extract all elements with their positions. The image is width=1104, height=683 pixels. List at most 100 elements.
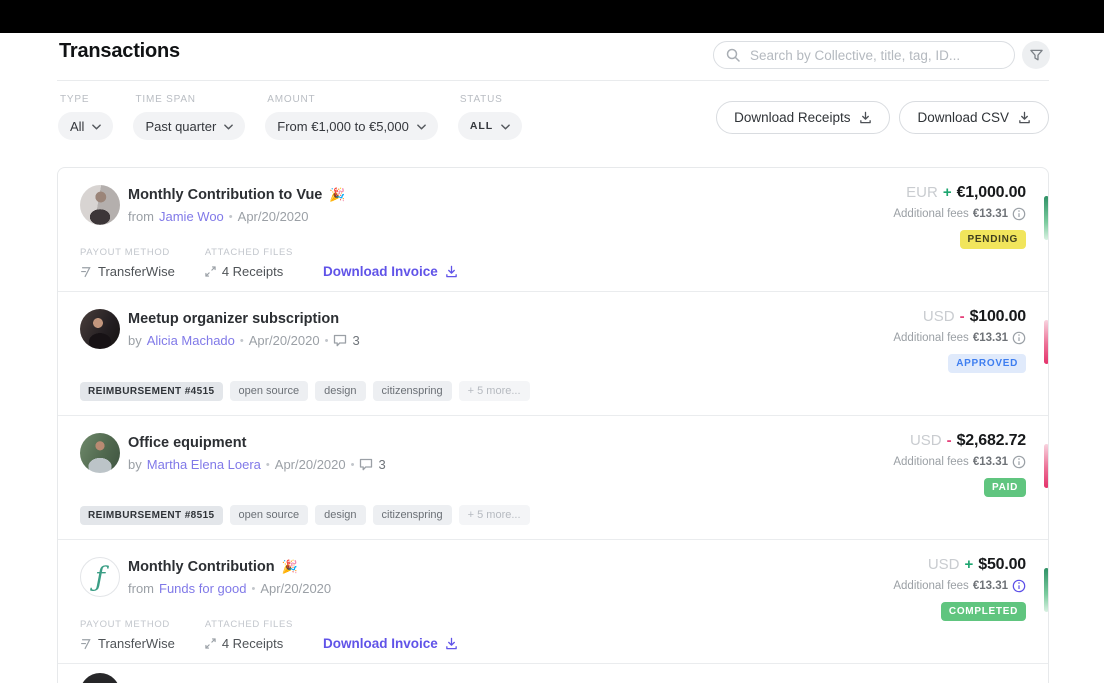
funnel-icon — [1030, 49, 1043, 62]
avatar[interactable] — [80, 185, 120, 225]
search-input[interactable] — [748, 47, 1002, 64]
avatar[interactable] — [80, 309, 120, 349]
tag[interactable]: design — [315, 381, 365, 401]
tag[interactable]: + 5 more... — [459, 505, 530, 525]
download-invoice-link[interactable]: Download Invoice — [323, 636, 458, 651]
fees-value: €13.31 — [973, 208, 1008, 220]
amount-value: €1,000.00 — [957, 184, 1026, 202]
transferwise-icon — [80, 266, 92, 278]
actor-link[interactable]: Funds for good — [159, 581, 246, 596]
currency-code: EUR — [906, 184, 938, 201]
chevron-down-icon — [92, 124, 101, 130]
bullet-separator: • — [229, 211, 233, 223]
status-badge: PAID — [984, 478, 1026, 497]
fees-value: €13.31 — [973, 580, 1008, 592]
transaction-kind-indicator — [1044, 196, 1049, 240]
amount-sign: + — [964, 556, 973, 573]
fees-line: Additional fees €13.31 — [893, 455, 1026, 469]
filter-button[interactable] — [1022, 41, 1050, 69]
amount-value: $50.00 — [978, 556, 1026, 574]
actor-link[interactable]: Martha Elena Loera — [147, 457, 261, 472]
fees-value: €13.31 — [973, 332, 1008, 344]
filter-label: AMOUNT — [267, 94, 438, 105]
transferwise-icon — [80, 638, 92, 650]
fees-label: Additional fees — [893, 580, 968, 592]
download-icon — [445, 637, 458, 650]
tag[interactable]: open source — [230, 505, 309, 525]
payout-method-label: PAYOUT METHOD — [80, 619, 175, 630]
avatar[interactable] — [80, 433, 120, 473]
chevron-down-icon — [224, 124, 233, 130]
tag[interactable]: citizenspring — [373, 381, 452, 401]
filter-value: All — [70, 119, 84, 134]
transaction-date: Apr/20/2020 — [260, 581, 331, 596]
tag[interactable]: REIMBURSEMENT #4515 — [80, 382, 223, 401]
tag[interactable]: REIMBURSEMENT #8515 — [80, 506, 223, 525]
status-badge: COMPLETED — [941, 602, 1026, 621]
fees-label: Additional fees — [893, 332, 968, 344]
amount-sign: + — [943, 184, 952, 201]
avatar[interactable]: ƒ — [80, 557, 120, 597]
amount-value: $2,682.72 — [957, 432, 1026, 450]
tag[interactable]: design — [315, 505, 365, 525]
filter-dropdown[interactable]: Past quarter — [133, 112, 245, 140]
filter-value: From €1,000 to €5,000 — [277, 119, 409, 134]
attached-files-value[interactable]: 4 Receipts — [222, 636, 283, 651]
transaction-card[interactable] — [58, 664, 1048, 683]
transaction-title: Monthly Contribution — [128, 559, 275, 575]
amount-line: USD + $50.00 — [893, 556, 1026, 574]
search-icon — [726, 48, 740, 62]
filter-dropdown[interactable]: ALL — [458, 112, 522, 140]
transaction-title: Meetup organizer subscription — [128, 311, 339, 327]
download-button[interactable]: Download Receipts — [716, 101, 890, 134]
tag[interactable]: open source — [230, 381, 309, 401]
transaction-date: Apr/20/2020 — [249, 333, 320, 348]
bullet-separator: • — [251, 583, 255, 595]
actor-link[interactable]: Jamie Woo — [159, 209, 224, 224]
currency-code: USD — [923, 308, 955, 325]
filter-dropdown[interactable]: From €1,000 to €5,000 — [265, 112, 438, 140]
actor-link[interactable]: Alicia Machado — [147, 333, 235, 348]
download-invoice-link[interactable]: Download Invoice — [323, 264, 458, 279]
filter-value: ALL — [470, 120, 493, 132]
payout-method-value: TransferWise — [98, 636, 175, 651]
info-icon[interactable] — [1012, 207, 1026, 221]
info-icon[interactable] — [1012, 331, 1026, 345]
amount-sign: - — [947, 432, 952, 449]
comment-icon — [359, 458, 373, 471]
download-actions: Download Receipts Download CSV — [716, 101, 1049, 134]
byline-prefix: from — [128, 209, 154, 224]
transaction-card[interactable]: ƒ Monthly Contribution 🎉 from Funds for … — [58, 540, 1048, 664]
filter-bar: TYPE All TIME SPAN Past quarter AMOUNT F… — [58, 94, 522, 140]
fees-line: Additional fees €13.31 — [893, 207, 1026, 221]
payout-method-label: PAYOUT METHOD — [80, 247, 175, 258]
transaction-title: Monthly Contribution to Vue — [128, 187, 322, 203]
tag[interactable]: citizenspring — [373, 505, 452, 525]
filter-label: TIME SPAN — [135, 94, 245, 105]
attached-files-label: ATTACHED FILES — [205, 247, 293, 258]
search-box[interactable] — [713, 41, 1015, 69]
attached-files-value[interactable]: 4 Receipts — [222, 264, 283, 279]
transaction-card[interactable]: Monthly Contribution to Vue 🎉 from Jamie… — [58, 168, 1048, 292]
comments-indicator: • 3 — [325, 333, 360, 348]
info-icon[interactable] — [1012, 455, 1026, 469]
filter-dropdown[interactable]: All — [58, 112, 113, 140]
currency-code: USD — [910, 432, 942, 449]
expand-receipts-icon — [205, 266, 216, 277]
info-icon[interactable] — [1012, 579, 1026, 593]
transaction-card[interactable]: Office equipment by Martha Elena Loera •… — [58, 416, 1048, 540]
tag[interactable]: + 5 more... — [459, 381, 530, 401]
transaction-date: Apr/20/2020 — [238, 209, 309, 224]
transaction-card[interactable]: Meetup organizer subscription by Alicia … — [58, 292, 1048, 416]
transaction-byline: from Jamie Woo • Apr/20/2020 — [128, 209, 346, 224]
top-black-bar — [0, 0, 1104, 33]
download-button-label: Download Receipts — [734, 110, 850, 125]
fees-label: Additional fees — [893, 208, 968, 220]
transaction-kind-indicator — [1044, 444, 1049, 488]
currency-code: USD — [928, 556, 960, 573]
download-button[interactable]: Download CSV — [899, 101, 1049, 134]
comments-indicator: • 3 — [351, 457, 386, 472]
fees-line: Additional fees €13.31 — [893, 579, 1026, 593]
chevron-down-icon — [501, 124, 510, 130]
comment-count: 3 — [352, 333, 359, 348]
